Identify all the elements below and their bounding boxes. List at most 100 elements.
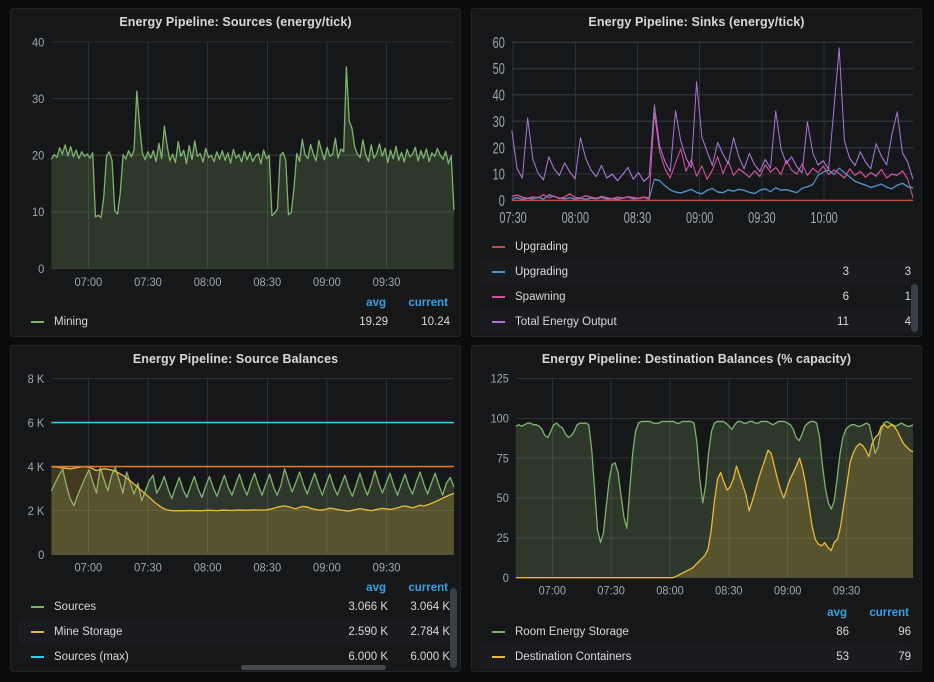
legend-header-avg[interactable]: avg bbox=[324, 297, 386, 309]
svg-text:08:30: 08:30 bbox=[715, 585, 742, 597]
svg-text:07:30: 07:30 bbox=[597, 585, 624, 597]
legend-row[interactable]: Upgrading 3 3 bbox=[480, 259, 911, 284]
legend-header-current[interactable]: current bbox=[847, 607, 909, 619]
legend-value-current: 4 bbox=[904, 315, 911, 328]
legend-series-label[interactable]: Destination Containers bbox=[515, 651, 787, 663]
legend-color-swatch[interactable] bbox=[31, 630, 44, 633]
legend-color-swatch[interactable] bbox=[492, 245, 505, 248]
svg-text:6 K: 6 K bbox=[28, 418, 45, 430]
legend-color-swatch[interactable] bbox=[492, 270, 505, 273]
legend-color-swatch[interactable] bbox=[492, 630, 505, 633]
legend-row[interactable]: Spawning 6 1 bbox=[480, 284, 911, 309]
legend-color-swatch[interactable] bbox=[31, 605, 44, 608]
svg-text:08:30: 08:30 bbox=[253, 276, 281, 290]
grafana-dashboard: Energy Pipeline: Sources (energy/tick) 0… bbox=[0, 0, 934, 682]
legend-row[interactable]: Total Energy Output 11 4 bbox=[480, 309, 911, 334]
legend-series-label[interactable]: Upgrading bbox=[515, 241, 787, 253]
legend-row[interactable]: Destination Containers 53 79 bbox=[480, 644, 911, 669]
svg-text:08:30: 08:30 bbox=[624, 209, 651, 226]
svg-text:10: 10 bbox=[493, 166, 505, 183]
legend-color-swatch[interactable] bbox=[492, 295, 505, 298]
legend-series-label[interactable]: Mining bbox=[54, 316, 326, 328]
legend-value-current: 2.784 K bbox=[410, 625, 450, 638]
svg-text:20: 20 bbox=[493, 139, 505, 156]
svg-text:40: 40 bbox=[32, 36, 44, 50]
chart-destination-balances[interactable]: 0 25 50 75 100 125 07:00 07:30 08:00 08:30 09:00 09… bbox=[472, 368, 921, 607]
svg-text:09:00: 09:00 bbox=[774, 585, 801, 597]
svg-text:4 K: 4 K bbox=[28, 462, 45, 474]
svg-text:0: 0 bbox=[503, 573, 509, 585]
chart-sinks[interactable]: 0 10 20 30 40 50 60 07:30 08:00 08:30 09:00 09:30 10… bbox=[472, 31, 921, 234]
legend-value-avg: 11 bbox=[837, 315, 849, 328]
legend-header-sources: avg current bbox=[19, 297, 450, 309]
legend-row[interactable]: Sources 3.066 K 3.064 K bbox=[19, 594, 450, 619]
legend-value-avg: 19.29 bbox=[359, 315, 388, 328]
legend-series-label[interactable]: Sources (max) bbox=[54, 651, 326, 663]
legend-row[interactable]: Upgrading bbox=[480, 234, 911, 259]
svg-text:60: 60 bbox=[493, 34, 505, 51]
legend-value-avg: 3 bbox=[842, 265, 849, 278]
legend-color-swatch[interactable] bbox=[492, 320, 505, 323]
legend-series-label[interactable]: Spawning bbox=[515, 291, 787, 303]
legend-value-avg: 53 bbox=[836, 650, 849, 663]
svg-text:10: 10 bbox=[32, 206, 44, 220]
legend-value-current: 6.000 K bbox=[410, 650, 450, 663]
svg-text:08:00: 08:00 bbox=[194, 276, 222, 290]
legend-value-avg: 6 bbox=[842, 290, 849, 303]
panel-title-destination-balances[interactable]: Energy Pipeline: Destination Balances (%… bbox=[472, 346, 921, 368]
legend-header-current[interactable]: current bbox=[386, 582, 448, 594]
legend-series-label[interactable]: Upgrading bbox=[515, 266, 787, 278]
legend-header-destination-balances: avg current bbox=[480, 607, 911, 619]
chart-sources[interactable]: 0 10 20 30 40 07:00 07:30 08:00 08:30 09:00 09:30 bbox=[11, 31, 460, 297]
svg-text:2 K: 2 K bbox=[28, 506, 45, 518]
svg-text:50: 50 bbox=[497, 493, 509, 505]
legend-series-label[interactable]: Sources bbox=[54, 601, 326, 613]
legend-series-label[interactable]: Mine Storage bbox=[54, 626, 326, 638]
legend-color-swatch[interactable] bbox=[31, 320, 44, 323]
chart-source-balances[interactable]: 0 2 K 4 K 6 K 8 K 07:00 07:30 08:00 08:30 09:00 09… bbox=[11, 368, 460, 582]
legend-value-avg: 2.590 K bbox=[348, 625, 388, 638]
legend-vertical-scrollbar[interactable] bbox=[450, 588, 457, 668]
panel-title-source-balances[interactable]: Energy Pipeline: Source Balances bbox=[11, 346, 460, 368]
legend-series-label[interactable]: Total Energy Output bbox=[515, 316, 787, 328]
legend-vertical-scrollbar[interactable] bbox=[911, 284, 918, 332]
legend-header-current[interactable]: current bbox=[386, 297, 448, 309]
svg-text:07:00: 07:00 bbox=[74, 562, 102, 574]
legend-sources: avg current Mining 19.29 10.24 bbox=[11, 297, 460, 336]
svg-text:08:00: 08:00 bbox=[562, 209, 589, 226]
legend-destination-balances: avg current Room Energy Storage 86 96 De… bbox=[472, 607, 921, 671]
legend-series-label[interactable]: Room Energy Storage bbox=[515, 626, 787, 638]
legend-color-swatch[interactable] bbox=[31, 655, 44, 658]
svg-text:09:30: 09:30 bbox=[373, 562, 401, 574]
svg-text:50: 50 bbox=[493, 60, 505, 77]
panel-cell-source-balances: Energy Pipeline: Source Balances 0 2 K 4 K… bbox=[0, 341, 467, 682]
legend-sinks: Upgrading Upgrading 3 3 Spawning 6 1 Tot… bbox=[472, 234, 921, 336]
svg-text:0: 0 bbox=[499, 192, 505, 209]
panel-destination-balances[interactable]: Energy Pipeline: Destination Balances (%… bbox=[471, 345, 922, 672]
svg-text:09:30: 09:30 bbox=[748, 209, 775, 226]
panel-source-balances[interactable]: Energy Pipeline: Source Balances 0 2 K 4 K… bbox=[10, 345, 461, 672]
svg-text:125: 125 bbox=[491, 373, 509, 385]
svg-text:40: 40 bbox=[493, 87, 505, 104]
svg-text:07:00: 07:00 bbox=[539, 585, 566, 597]
svg-text:8 K: 8 K bbox=[28, 374, 45, 386]
legend-header-avg[interactable]: avg bbox=[324, 582, 386, 594]
svg-text:0: 0 bbox=[38, 550, 44, 562]
legend-value-avg: 6.000 K bbox=[348, 650, 388, 663]
legend-header-avg[interactable]: avg bbox=[785, 607, 847, 619]
svg-text:09:00: 09:00 bbox=[686, 209, 713, 226]
panel-sinks[interactable]: Energy Pipeline: Sinks (energy/tick) 0 10… bbox=[471, 8, 922, 337]
panel-cell-destination-balances: Energy Pipeline: Destination Balances (%… bbox=[467, 341, 934, 682]
panel-horizontal-scrollbar[interactable] bbox=[241, 665, 386, 670]
svg-text:10:00: 10:00 bbox=[810, 209, 837, 226]
svg-text:07:30: 07:30 bbox=[499, 209, 526, 226]
svg-text:09:30: 09:30 bbox=[833, 585, 860, 597]
panel-title-sinks[interactable]: Energy Pipeline: Sinks (energy/tick) bbox=[472, 9, 921, 31]
panel-sources[interactable]: Energy Pipeline: Sources (energy/tick) 0… bbox=[10, 8, 461, 337]
legend-row[interactable]: Mining 19.29 10.24 bbox=[19, 309, 450, 334]
legend-row[interactable]: Room Energy Storage 86 96 bbox=[480, 619, 911, 644]
legend-row[interactable]: Mine Storage 2.590 K 2.784 K bbox=[19, 619, 450, 644]
legend-color-swatch[interactable] bbox=[492, 655, 505, 658]
panel-title-sources[interactable]: Energy Pipeline: Sources (energy/tick) bbox=[11, 9, 460, 31]
svg-text:30: 30 bbox=[32, 93, 44, 107]
